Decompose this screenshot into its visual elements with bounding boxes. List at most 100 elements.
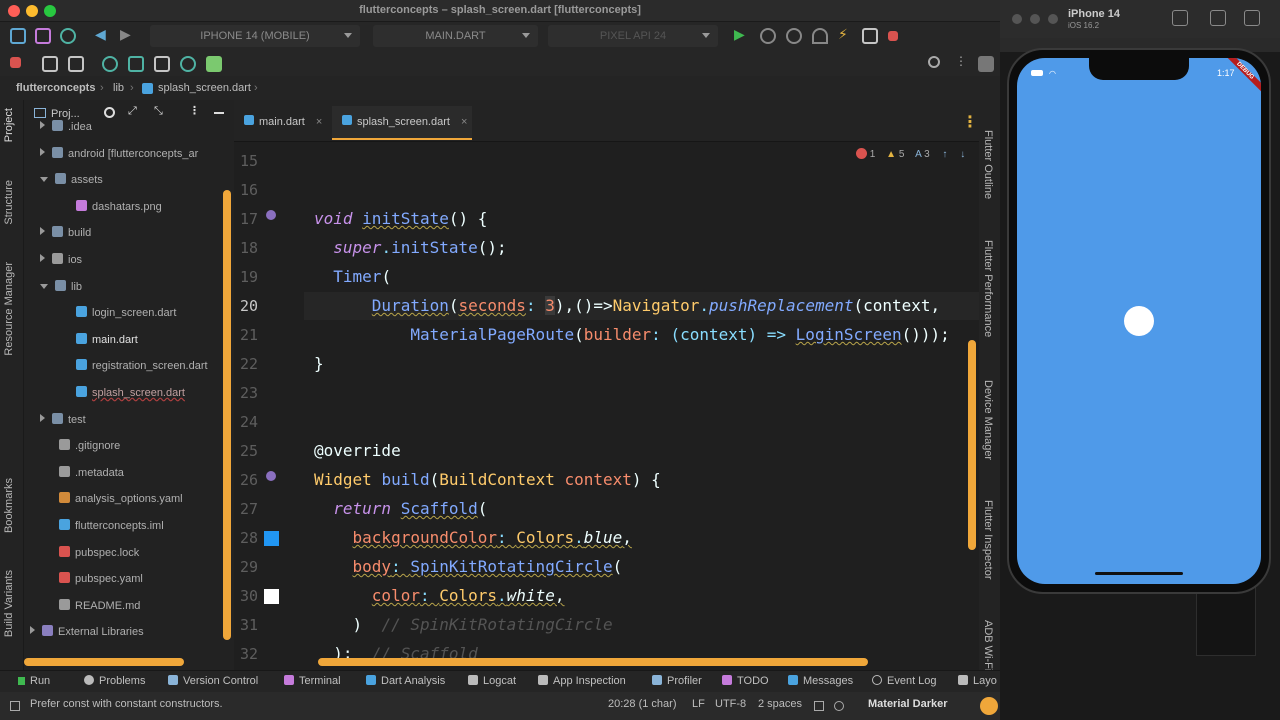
target-icon[interactable] — [104, 107, 115, 118]
stop-run-icon[interactable] — [10, 57, 21, 68]
project-view-select[interactable]: Proj... — [51, 108, 80, 120]
tool-tab-flutter-outline[interactable]: Flutter Outline — [982, 130, 994, 199]
forward-arrow-icon[interactable]: ▶ — [120, 26, 136, 42]
run-tool-button[interactable]: Run — [18, 675, 50, 687]
file-encoding[interactable]: UTF-8 — [715, 698, 746, 710]
logcat-tool-button[interactable]: Logcat — [468, 675, 516, 687]
chevron-right-icon[interactable] — [40, 147, 45, 156]
more-tabs-icon[interactable]: ⋮ — [962, 112, 978, 132]
tree-item[interactable]: registration_screen.dart — [76, 359, 208, 379]
tab-splash-screen-dart[interactable]: splash_screen.dart × — [332, 106, 472, 140]
tree-item[interactable]: flutterconcepts.iml — [40, 519, 164, 539]
terminal-tool-button[interactable]: Terminal — [284, 675, 341, 687]
atom-icon[interactable] — [102, 56, 118, 72]
editor-horizontal-scrollbar[interactable] — [318, 658, 868, 666]
minimize-window-button[interactable] — [1030, 14, 1040, 24]
sdk-manager-icon[interactable] — [42, 56, 58, 72]
editor-vertical-scrollbar[interactable] — [968, 340, 976, 550]
open-folder-icon[interactable] — [10, 28, 26, 44]
tree-item[interactable]: main.dart — [76, 332, 138, 353]
rotate-icon[interactable] — [1244, 10, 1260, 26]
layout-inspector-tool-button[interactable]: Layo — [958, 675, 997, 687]
emulator-select[interactable]: PIXEL API 24 — [548, 25, 718, 47]
gradle-icon[interactable] — [154, 56, 170, 72]
app-screen[interactable]: ◠ 1:17 DEBUG — [1017, 58, 1261, 584]
tool-tab-structure[interactable]: Structure — [3, 180, 15, 225]
messages-tool-button[interactable]: Messages — [788, 675, 853, 687]
todo-tool-button[interactable]: TODO — [722, 675, 769, 687]
tool-tab-build-variants[interactable]: Build Variants — [3, 570, 15, 637]
tree-item[interactable]: lib — [40, 279, 82, 300]
chevron-right-icon[interactable] — [40, 227, 45, 236]
tree-item[interactable]: build — [40, 226, 91, 246]
tree-item[interactable]: login_screen.dart — [76, 306, 176, 326]
device-select[interactable]: IPHONE 14 (MOBILE) — [150, 25, 360, 47]
tree-item[interactable]: splash_screen.dart — [76, 386, 185, 406]
back-arrow-icon[interactable]: ◀ — [95, 26, 111, 42]
event-log-tool-button[interactable]: Event Log — [872, 675, 937, 687]
code-area[interactable]: void initState() { super.initState(); Ti… — [304, 142, 979, 670]
problems-tool-button[interactable]: Problems — [84, 675, 145, 687]
widget-icon[interactable] — [180, 56, 196, 72]
zoom-window-button[interactable] — [1048, 14, 1058, 24]
tree-item[interactable]: README.md — [40, 598, 140, 619]
run-icon[interactable]: ▶ — [734, 26, 750, 42]
screenshot-icon[interactable] — [1210, 10, 1226, 26]
lock-icon[interactable] — [814, 701, 824, 711]
chevron-right-icon[interactable] — [30, 626, 35, 635]
tree-item[interactable]: ios — [40, 253, 82, 273]
app-inspection-tool-button[interactable]: App Inspection — [538, 675, 626, 687]
tree-item[interactable]: android [flutterconcepts_ar — [40, 146, 198, 167]
account-icon[interactable] — [978, 56, 994, 72]
tree-item[interactable]: test — [40, 412, 86, 433]
hot-reload-icon[interactable]: ⚡ — [838, 26, 854, 42]
tree-item[interactable]: .metadata — [40, 465, 124, 486]
theme-name[interactable]: Material Darker — [868, 698, 948, 710]
color-swatch-blue[interactable] — [264, 531, 279, 546]
tab-main-dart[interactable]: main.dart × — [244, 106, 332, 140]
chevron-right-icon[interactable] — [40, 413, 45, 422]
expand-icon[interactable]: ⤢ — [128, 105, 137, 118]
home-indicator[interactable] — [1095, 572, 1183, 575]
home-icon[interactable] — [1172, 10, 1188, 26]
override-marker-icon[interactable] — [266, 471, 276, 481]
breadcrumb-file[interactable]: splash_screen.dart — [158, 82, 251, 94]
caret-position[interactable]: 20:28 (1 char) — [608, 698, 676, 710]
line-separator[interactable]: LF — [692, 698, 705, 710]
layout-inspector-icon[interactable] — [128, 56, 144, 72]
profiler-tool-button[interactable]: Profiler — [652, 675, 702, 687]
tree-item[interactable]: External Libraries — [30, 625, 144, 645]
chevron-right-icon[interactable] — [40, 254, 45, 262]
run-config-select[interactable]: MAIN.DART — [373, 25, 538, 47]
search-icon[interactable] — [928, 56, 940, 68]
close-window-button[interactable] — [1012, 14, 1022, 24]
options-icon[interactable]: ⋮ — [189, 104, 200, 117]
tree-item[interactable]: .gitignore — [40, 439, 120, 459]
tool-tab-device-manager[interactable]: Device Manager — [982, 380, 994, 460]
tool-tab-adb-wifi[interactable]: ADB Wi-Fi — [982, 620, 994, 671]
version-control-tool-button[interactable]: Version Control — [168, 675, 258, 687]
tool-tab-bookmarks[interactable]: Bookmarks — [3, 478, 15, 533]
override-marker-icon[interactable] — [266, 210, 276, 220]
tree-item[interactable]: assets — [40, 173, 103, 193]
project-horizontal-scrollbar[interactable] — [24, 658, 184, 666]
tool-tab-resource-manager[interactable]: Resource Manager — [3, 262, 15, 356]
save-icon[interactable] — [35, 28, 51, 44]
chevron-down-icon[interactable] — [40, 283, 48, 289]
chevron-right-icon[interactable] — [40, 121, 45, 129]
hide-panel-icon[interactable] — [214, 112, 224, 114]
coverage-icon[interactable] — [786, 28, 802, 44]
indent-setting[interactable]: 2 spaces — [758, 698, 802, 710]
project-vertical-scrollbar[interactable] — [223, 190, 231, 640]
tool-tab-flutter-performance[interactable]: Flutter Performance — [982, 240, 994, 337]
breadcrumb-project[interactable]: flutterconcepts — [16, 82, 95, 94]
more-vertical-icon[interactable]: ⋮ — [955, 54, 971, 70]
sync-icon[interactable] — [60, 28, 76, 44]
profile-icon[interactable] — [812, 28, 828, 44]
tree-item[interactable]: analysis_options.yaml — [40, 492, 183, 512]
tree-item[interactable]: dashatars.png — [76, 199, 162, 220]
memory-icon[interactable] — [834, 701, 844, 711]
theme-accent-icon[interactable] — [980, 697, 998, 715]
plugin-icon[interactable] — [206, 56, 222, 72]
stop-icon[interactable] — [888, 31, 898, 41]
